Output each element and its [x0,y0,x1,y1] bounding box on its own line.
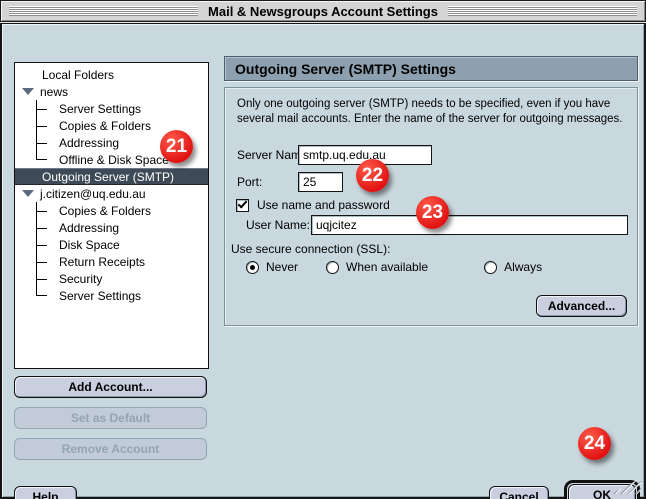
radio-selected-icon[interactable] [246,261,259,274]
tree-item-outgoing-server-smtp[interactable]: Outgoing Server (SMTP) [15,168,208,185]
ssl-option-when-available[interactable]: When available [326,260,428,274]
set-as-default-button: Set as Default [14,407,207,429]
tree-connector [36,100,47,117]
window-titlebar[interactable]: Mail & Newsgroups Account Settings [0,0,646,22]
disclosure-triangle-icon[interactable] [22,88,34,95]
annotation-badge-22: 22 [356,159,389,192]
cancel-button[interactable]: Cancel [489,486,549,499]
ssl-option-never[interactable]: Never [246,260,298,274]
tree-item-local-folders[interactable]: Local Folders [15,66,208,83]
radio-icon[interactable] [326,261,339,274]
radio-icon[interactable] [484,261,497,274]
port-label: Port: [237,172,262,192]
help-button[interactable]: Help [14,486,77,499]
tree-connector [36,151,47,160]
add-account-button[interactable]: Add Account... [14,376,207,398]
annotation-badge-21: 21 [160,130,193,163]
tree-connector [36,236,47,253]
use-name-password-label: Use name and password [257,195,390,215]
tree-connector [36,287,47,296]
tree-item-news-server-settings[interactable]: Server Settings [15,100,208,117]
use-name-password-checkbox[interactable] [236,199,249,212]
tree-item-acct-server-settings[interactable]: Server Settings [15,287,208,304]
tree-connector [36,117,47,134]
ssl-radio-group: Never When available Always [246,260,542,274]
account-settings-dialog: Mail & Newsgroups Account Settings Local… [0,0,646,499]
tree-connector [36,219,47,236]
ssl-option-always[interactable]: Always [484,260,542,274]
ssl-label: Use secure connection (SSL): [231,239,390,259]
description-text: Only one outgoing server (SMTP) needs to… [237,97,635,127]
remove-account-button: Remove Account [14,438,207,460]
tree-connector [36,253,47,270]
advanced-button[interactable]: Advanced... [536,295,627,317]
port-input[interactable] [298,172,343,192]
disclosure-triangle-icon[interactable] [22,190,34,197]
tree-item-news[interactable]: news [15,83,208,100]
tree-connector [36,202,47,219]
tree-item-acct-security[interactable]: Security [15,270,208,287]
tree-item-jcitizen-account[interactable]: j.citizen@uq.edu.au [15,185,208,202]
tree-connector [36,270,47,287]
panel-heading: Outgoing Server (SMTP) Settings [224,56,638,81]
account-tree: Local Folders news Server Settings Copie… [14,62,209,369]
tree-connector [36,134,47,151]
annotation-badge-23: 23 [416,196,449,229]
annotation-badge-24: 24 [578,427,611,460]
panel-heading-text: Outgoing Server (SMTP) Settings [235,61,456,77]
tree-item-acct-return-receipts[interactable]: Return Receipts [15,253,208,270]
user-name-input[interactable] [311,215,628,235]
tree-item-acct-disk-space[interactable]: Disk Space [15,236,208,253]
window-title: Mail & Newsgroups Account Settings [198,4,448,19]
checkmark-icon [238,198,248,208]
tree-item-acct-copies-folders[interactable]: Copies & Folders [15,202,208,219]
dialog-body: Local Folders news Server Settings Copie… [0,23,646,499]
user-name-label: User Name: [246,215,310,235]
tree-item-acct-addressing[interactable]: Addressing [15,219,208,236]
